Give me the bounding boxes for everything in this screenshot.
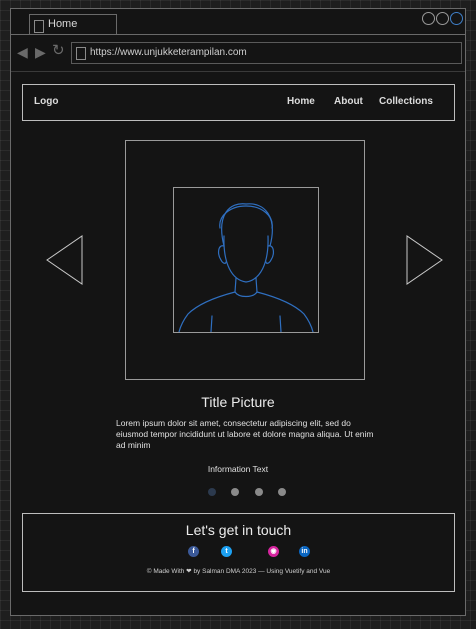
slide-info: Information Text [207, 464, 269, 474]
contact-heading: Let's get in touch [185, 522, 292, 538]
carousel-dot-1[interactable] [208, 488, 216, 496]
nav-home[interactable]: Home [287, 96, 315, 107]
browser-window: Home ◀ ▶ ↻ https://www.unjukketerampilan… [10, 8, 466, 616]
site-footer: Let's get in touch f t ◉ in © Made With … [22, 513, 455, 592]
url-text[interactable]: https://www.unjukketerampilan.com [90, 47, 247, 58]
facebook-icon[interactable]: f [188, 546, 199, 557]
nav-about[interactable]: About [334, 96, 363, 107]
window-maximize-button[interactable] [436, 12, 449, 25]
slide-description: Lorem ipsum dolor sit amet, consectetur … [116, 418, 374, 450]
tab-home[interactable]: Home [29, 14, 117, 35]
window-minimize-button[interactable] [422, 12, 435, 25]
carousel-dot-3[interactable] [255, 488, 263, 496]
window-close-button[interactable] [450, 12, 463, 25]
profile-picture [173, 187, 319, 333]
instagram-icon[interactable]: ◉ [268, 546, 279, 557]
slide-title: Title Picture [201, 394, 275, 410]
site-header: Logo Home About Collections [22, 84, 455, 121]
carousel-dot-4[interactable] [278, 488, 286, 496]
linkedin-icon[interactable]: in [299, 546, 310, 557]
carousel-next-arrow-icon[interactable] [406, 235, 443, 285]
carousel-slide [125, 140, 365, 380]
carousel-prev-arrow-icon[interactable] [46, 235, 83, 285]
nav-collections[interactable]: Collections [379, 96, 433, 107]
page-icon [76, 47, 86, 60]
tab-divider [11, 34, 465, 35]
document-icon [34, 20, 44, 33]
twitter-icon[interactable]: t [221, 546, 232, 557]
carousel-dot-2[interactable] [231, 488, 239, 496]
back-arrow-icon[interactable]: ◀ [17, 45, 28, 59]
toolbar-divider [11, 71, 465, 72]
forward-arrow-icon[interactable]: ▶ [35, 45, 46, 59]
tab-label: Home [48, 18, 78, 30]
footer-credit: © Made With ❤ by Salman DMA 2023 — Using… [146, 568, 331, 575]
person-avatar-icon [178, 203, 314, 332]
tab-bar: Home [11, 9, 465, 35]
address-bar[interactable]: https://www.unjukketerampilan.com [71, 42, 462, 64]
site-logo[interactable]: Logo [34, 96, 58, 107]
reload-icon[interactable]: ↻ [52, 43, 65, 58]
browser-toolbar: ◀ ▶ ↻ https://www.unjukketerampilan.com [11, 39, 465, 65]
